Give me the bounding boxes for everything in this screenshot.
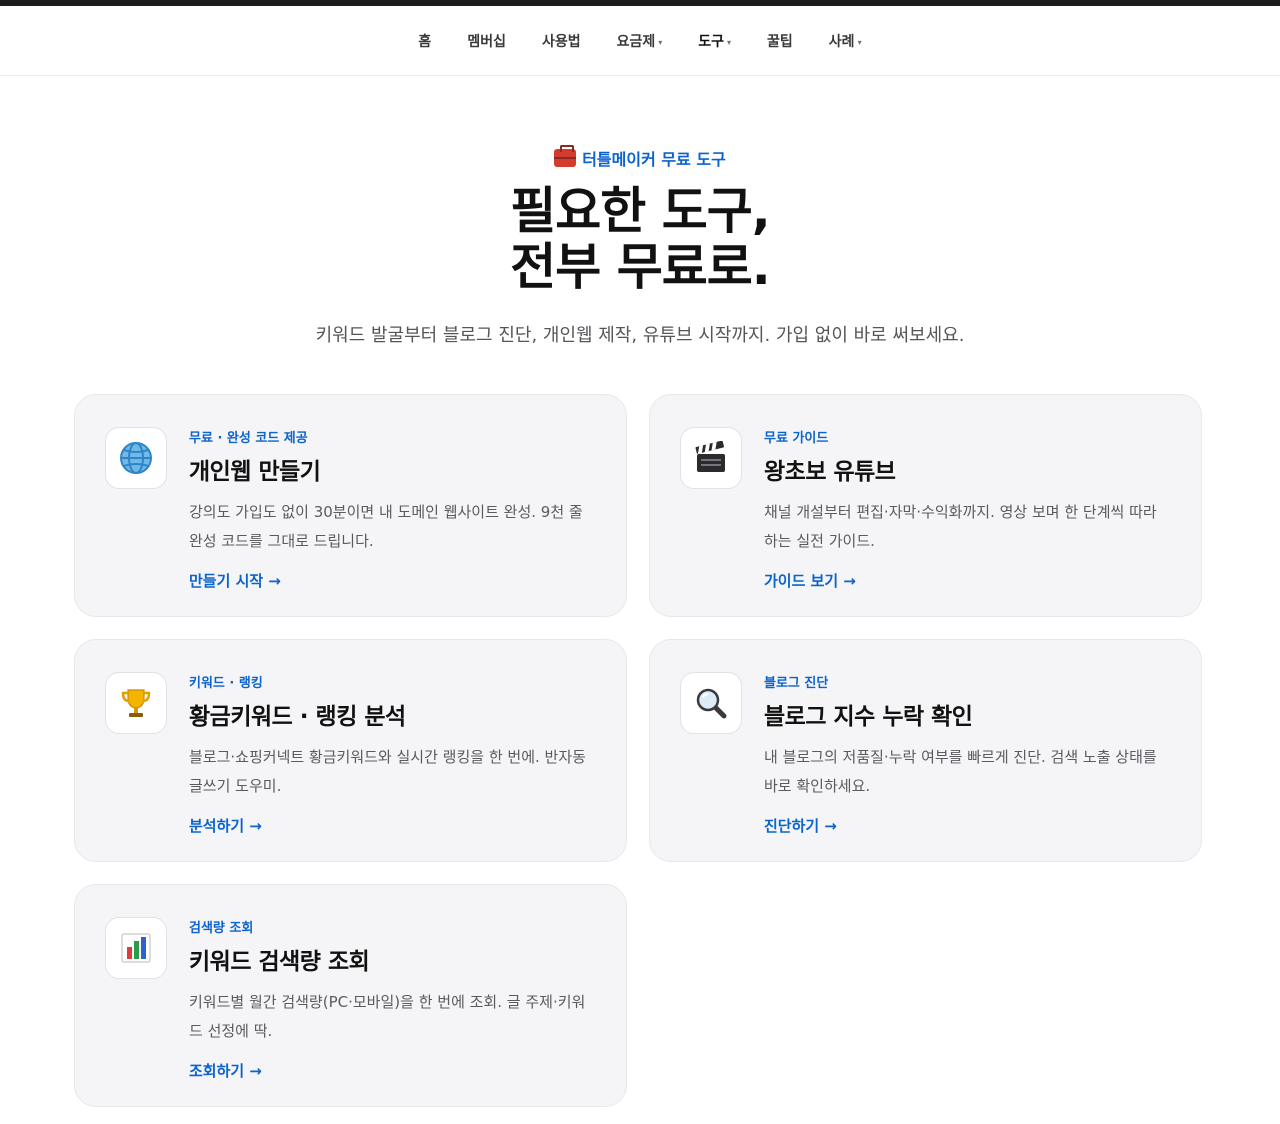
hero-eyebrow: 터틀메이커 무료 도구: [554, 145, 726, 170]
card-body: 무료 · 완성 코드 제공 개인웹 만들기 강의도 가입도 없이 30분이면 내…: [189, 427, 596, 590]
tool-card-golden-keyword[interactable]: 키워드 · 랭킹 황금키워드 · 랭킹 분석 블로그·쇼핑커넥트 황금키워드와 …: [74, 639, 627, 862]
card-description: 키워드별 월간 검색량(PC·모바일)을 한 번에 조회. 글 주제·키워드 선…: [189, 993, 586, 1040]
start-building-link[interactable]: 만들기 시작 →: [189, 570, 281, 591]
card-body: 블로그 진단 블로그 지수 누락 확인 내 블로그의 저품질·누락 여부를 빠르…: [764, 672, 1171, 835]
view-guide-link[interactable]: 가이드 보기 →: [764, 570, 856, 591]
chevron-down-icon: ▾: [857, 37, 862, 47]
bar-chart-icon: [105, 917, 167, 979]
hero: 터틀메이커 무료 도구 필요한 도구, 전부 무료로. 키워드 발굴부터 블로그…: [0, 76, 1280, 347]
card-title: 개인웹 만들기: [189, 459, 321, 485]
magnifier-icon: [680, 672, 742, 734]
analyze-link[interactable]: 분석하기 →: [189, 815, 262, 836]
toolbox-icon: [554, 145, 577, 167]
nav-item-membership[interactable]: 멤버십: [449, 31, 524, 51]
title-line-2: 전부 무료로.: [510, 238, 770, 296]
chevron-down-icon: ▾: [727, 37, 732, 47]
nav-item-usage[interactable]: 사용법: [524, 31, 599, 51]
nav-label: 멤버십: [467, 33, 506, 50]
arrow-right-icon: →: [824, 816, 837, 835]
card-title: 블로그 지수 누락 확인: [764, 704, 973, 730]
title-line-1: 필요한 도구,: [510, 182, 770, 240]
card-tag: 키워드 · 랭킹: [189, 676, 263, 691]
tool-card-blog-index[interactable]: 블로그 진단 블로그 지수 누락 확인 내 블로그의 저품질·누락 여부를 빠르…: [649, 639, 1202, 862]
link-label: 만들기 시작: [189, 572, 264, 590]
arrow-right-icon: →: [249, 1061, 262, 1080]
nav-item-home[interactable]: 홈: [400, 31, 449, 51]
nav-label: 사례: [828, 33, 855, 50]
tool-card-youtube-guide[interactable]: 무료 가이드 왕초보 유튜브 채널 개설부터 편집·자막·수익화까지. 영상 보…: [649, 394, 1202, 617]
card-tag: 무료 · 완성 코드 제공: [189, 431, 308, 446]
card-title: 황금키워드 · 랭킹 분석: [189, 704, 406, 730]
link-label: 진단하기: [764, 817, 820, 835]
chevron-down-icon: ▾: [658, 37, 663, 47]
nav-item-cases[interactable]: 사례 ▾: [811, 31, 880, 51]
globe-icon: [105, 427, 167, 489]
card-description: 채널 개설부터 편집·자막·수익화까지. 영상 보며 한 단계씩 따라하는 실전…: [764, 503, 1157, 550]
link-label: 분석하기: [189, 817, 245, 835]
link-label: 가이드 보기: [764, 572, 839, 590]
card-title: 왕초보 유튜브: [764, 459, 896, 485]
link-label: 조회하기: [189, 1062, 245, 1080]
eyebrow-text: 터틀메이커 무료 도구: [582, 150, 726, 169]
lookup-link[interactable]: 조회하기 →: [189, 1060, 262, 1081]
arrow-right-icon: →: [843, 571, 856, 590]
tool-card-grid: 무료 · 완성 코드 제공 개인웹 만들기 강의도 가입도 없이 30분이면 내…: [74, 394, 1202, 1107]
card-tag: 무료 가이드: [764, 431, 829, 446]
card-tag: 검색량 조회: [189, 921, 254, 936]
tool-card-personal-web[interactable]: 무료 · 완성 코드 제공 개인웹 만들기 강의도 가입도 없이 30분이면 내…: [74, 394, 627, 617]
hero-subtitle: 키워드 발굴부터 블로그 진단, 개인웹 제작, 유튜브 시작까지. 가입 없이…: [315, 325, 965, 346]
nav-label: 꿀팁: [767, 33, 793, 50]
diagnose-link[interactable]: 진단하기 →: [764, 815, 837, 836]
arrow-right-icon: →: [268, 571, 281, 590]
card-description: 강의도 가입도 없이 30분이면 내 도메인 웹사이트 완성. 9천 줄 완성 …: [189, 503, 583, 550]
tool-card-search-volume[interactable]: 검색량 조회 키워드 검색량 조회 키워드별 월간 검색량(PC·모바일)을 한…: [74, 884, 627, 1107]
clapperboard-icon: [680, 427, 742, 489]
card-tag: 블로그 진단: [764, 676, 829, 691]
nav-label: 요금제: [616, 33, 656, 50]
card-title: 키워드 검색량 조회: [189, 949, 370, 975]
nav-item-tools[interactable]: 도구 ▾: [680, 31, 749, 51]
card-body: 검색량 조회 키워드 검색량 조회 키워드별 월간 검색량(PC·모바일)을 한…: [189, 917, 596, 1080]
nav-label: 도구: [698, 33, 725, 50]
card-description: 블로그·쇼핑커넥트 황금키워드와 실시간 랭킹을 한 번에. 반자동 글쓰기 도…: [189, 748, 586, 795]
main-nav: 홈 멤버십 사용법 요금제 ▾ 도구 ▾ 꿀팁 사례 ▾: [0, 6, 1280, 76]
card-body: 키워드 · 랭킹 황금키워드 · 랭킹 분석 블로그·쇼핑커넥트 황금키워드와 …: [189, 672, 596, 835]
nav-item-pricing[interactable]: 요금제 ▾: [599, 31, 681, 51]
trophy-icon: [105, 672, 167, 734]
card-body: 무료 가이드 왕초보 유튜브 채널 개설부터 편집·자막·수익화까지. 영상 보…: [764, 427, 1171, 590]
page-title: 필요한 도구, 전부 무료로.: [0, 183, 1280, 295]
nav-label: 사용법: [541, 33, 581, 50]
card-description: 내 블로그의 저품질·누락 여부를 빠르게 진단. 검색 노출 상태를 바로 확…: [764, 748, 1157, 795]
nav-item-tips[interactable]: 꿀팁: [749, 31, 811, 51]
arrow-right-icon: →: [249, 816, 262, 835]
nav-label: 홈: [418, 33, 432, 50]
